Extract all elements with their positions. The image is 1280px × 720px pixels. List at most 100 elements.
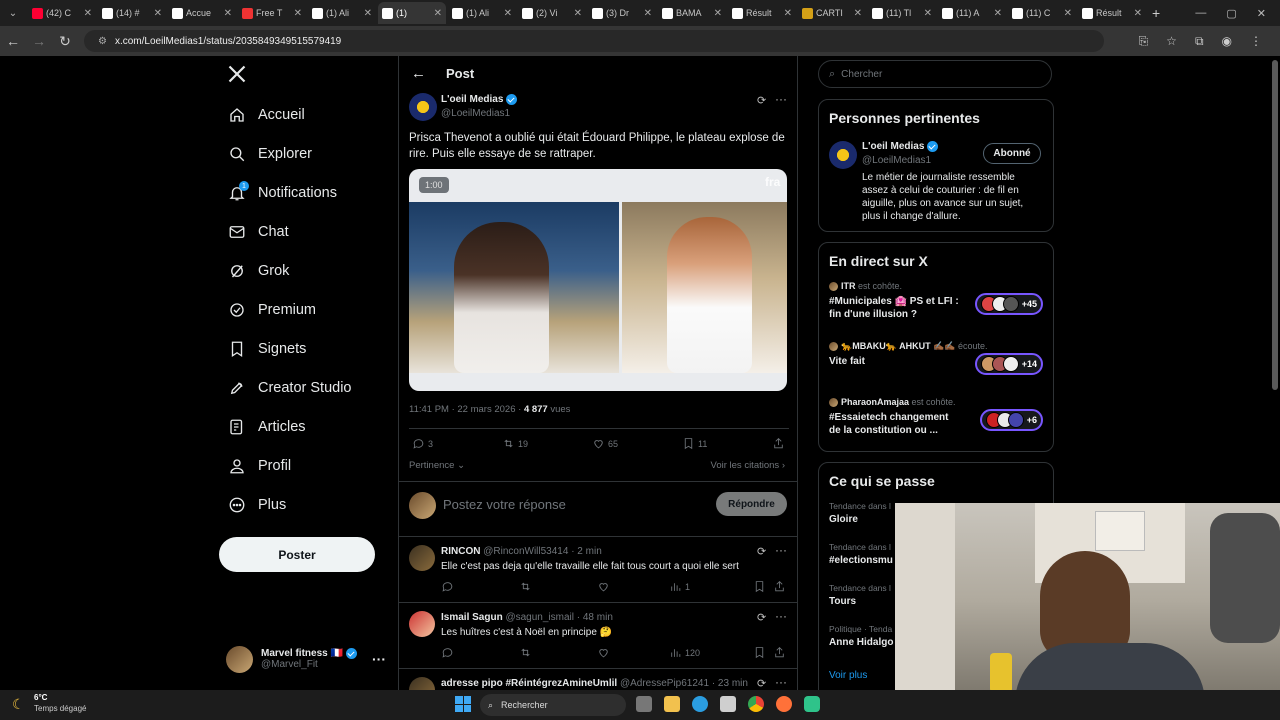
- x-logo-icon[interactable]: [227, 64, 247, 89]
- close-tab-icon[interactable]: ✕: [574, 8, 582, 19]
- close-tab-icon[interactable]: ✕: [84, 8, 92, 19]
- close-tab-icon[interactable]: ✕: [784, 8, 792, 19]
- close-tab-icon[interactable]: ✕: [924, 8, 932, 19]
- relevant-avatar[interactable]: [829, 141, 857, 169]
- bookmark-action[interactable]: [753, 580, 773, 593]
- reply-more-icon[interactable]: ···: [775, 543, 787, 557]
- post-more-icon[interactable]: ···: [775, 92, 787, 106]
- nav-item-notifications[interactable]: Notifications 1: [218, 173, 388, 212]
- reply-button[interactable]: Répondre: [716, 492, 787, 516]
- trend-item[interactable]: Tendance dans l #electionsmu: [829, 542, 893, 566]
- browser-tab[interactable]: Free T ✕: [238, 2, 306, 24]
- url-field[interactable]: ⚙ x.com/LoeilMedias1/status/203584934951…: [84, 30, 1104, 52]
- grok-explain-icon[interactable]: ⟳: [757, 545, 766, 558]
- browser-tab[interactable]: (1) Ali ✕: [448, 2, 516, 24]
- trend-item[interactable]: Tendance dans l Tours: [829, 583, 891, 607]
- search-box[interactable]: ⌕ Chercher: [818, 60, 1052, 88]
- browser-tab[interactable]: (11) Tl ✕: [868, 2, 936, 24]
- post-button[interactable]: Poster: [219, 537, 375, 572]
- reply-item[interactable]: Ismail Sagun @sagun_ismail · 48 min ⟳ ··…: [399, 602, 797, 668]
- app-icon[interactable]: [804, 696, 820, 712]
- account-switcher[interactable]: Marvel fitness 🇫🇷 @Marvel_Fit ···: [226, 643, 386, 675]
- sort-dropdown[interactable]: Pertinence ⌄: [409, 460, 465, 471]
- star-icon[interactable]: ☆: [1166, 34, 1177, 49]
- browser-tab[interactable]: (1) ✕: [378, 2, 446, 24]
- live-space-item[interactable]: ITR est cohôte. #Municipales 🏩 PS et LFI…: [829, 281, 1043, 333]
- listeners-pill[interactable]: +45: [974, 293, 1043, 315]
- views-action[interactable]: 120: [669, 646, 753, 659]
- share-action[interactable]: [773, 646, 789, 659]
- browser-tab[interactable]: (1) Ali ✕: [308, 2, 376, 24]
- nav-item-explorer[interactable]: Explorer: [218, 134, 388, 173]
- reply-author[interactable]: adresse pipo #RéintégrezAmineUmlil: [441, 678, 617, 689]
- maximize-icon[interactable]: ▢: [1226, 7, 1236, 20]
- close-tab-icon[interactable]: ✕: [224, 8, 232, 19]
- close-tab-icon[interactable]: ✕: [364, 8, 372, 19]
- tab-search-icon[interactable]: ⌄: [0, 8, 26, 19]
- menu-icon[interactable]: ⋮: [1250, 34, 1262, 49]
- forward-icon[interactable]: →: [26, 33, 52, 49]
- browser-tab[interactable]: Accue ✕: [168, 2, 236, 24]
- nav-item-profil[interactable]: Profil: [218, 446, 388, 485]
- share-action[interactable]: [773, 580, 789, 593]
- search-input[interactable]: Chercher: [841, 69, 882, 80]
- close-tab-icon[interactable]: ✕: [854, 8, 862, 19]
- reply-author[interactable]: Ismail Sagun: [441, 612, 503, 623]
- close-tab-icon[interactable]: ✕: [504, 8, 512, 19]
- grok-explain-icon[interactable]: ⟳: [757, 611, 766, 624]
- windows-start-icon[interactable]: [455, 696, 471, 712]
- taskbar-search[interactable]: ⌕ Rechercher: [480, 694, 626, 716]
- install-icon[interactable]: ⎘: [1139, 34, 1149, 49]
- repost-action[interactable]: 19: [502, 437, 592, 450]
- extensions-icon[interactable]: ⧉: [1195, 34, 1204, 49]
- browser-tab[interactable]: Résult ✕: [728, 2, 796, 24]
- close-tab-icon[interactable]: ✕: [154, 8, 162, 19]
- browser-tab[interactable]: (2) Vi ✕: [518, 2, 586, 24]
- profile-icon[interactable]: ◉: [1222, 34, 1232, 49]
- listeners-pill[interactable]: +14: [974, 353, 1043, 375]
- listeners-pill[interactable]: +6: [979, 409, 1043, 431]
- trend-item[interactable]: Tendance dans l Gloire: [829, 501, 891, 525]
- close-tab-icon[interactable]: ✕: [294, 8, 302, 19]
- back-arrow-icon[interactable]: ←: [411, 65, 426, 82]
- like-action[interactable]: [597, 646, 669, 659]
- reply-item[interactable]: RINCON @RinconWill53414 · 2 min ⟳ ··· El…: [399, 536, 797, 602]
- reply-more-icon[interactable]: ···: [775, 609, 787, 623]
- bookmark-action[interactable]: 11: [682, 437, 772, 450]
- browser-tab[interactable]: CARTI ✕: [798, 2, 866, 24]
- like-action[interactable]: [597, 580, 669, 593]
- nav-item-chat[interactable]: Chat: [218, 212, 388, 251]
- author-name[interactable]: L'oeil Medias: [441, 94, 503, 105]
- grok-explain-icon[interactable]: ⟳: [757, 677, 766, 690]
- relevant-name[interactable]: L'oeil Medias: [862, 141, 924, 152]
- repost-action[interactable]: [519, 646, 597, 659]
- nav-item-accueil[interactable]: Accueil: [218, 95, 388, 134]
- author-avatar[interactable]: [409, 93, 437, 121]
- close-tab-icon[interactable]: ✕: [434, 8, 442, 19]
- nav-item-grok[interactable]: Grok: [218, 251, 388, 290]
- file-explorer-icon[interactable]: [664, 696, 680, 712]
- close-tab-icon[interactable]: ✕: [1134, 8, 1142, 19]
- nav-item-signets[interactable]: Signets: [218, 329, 388, 368]
- author-handle[interactable]: @LoeilMedias1: [441, 108, 510, 119]
- quotes-link[interactable]: Voir les citations ›: [711, 460, 785, 471]
- reply-avatar[interactable]: [409, 545, 435, 571]
- post-video[interactable]: 1:00 fra: [409, 169, 787, 391]
- follow-button[interactable]: Abonné: [983, 143, 1041, 164]
- trend-item[interactable]: Politique · Tenda Anne Hidalgo: [829, 624, 893, 648]
- show-more-link[interactable]: Voir plus: [829, 670, 867, 681]
- new-tab-button[interactable]: +: [1152, 5, 1160, 21]
- reply-more-icon[interactable]: ···: [775, 675, 787, 689]
- weather-temp[interactable]: 6°C: [34, 693, 47, 702]
- reload-icon[interactable]: ↻: [52, 33, 78, 50]
- reply-author[interactable]: RINCON: [441, 546, 480, 557]
- account-more-icon[interactable]: ···: [372, 651, 386, 667]
- browser-tab[interactable]: (11) A ✕: [938, 2, 1006, 24]
- repost-action[interactable]: [519, 580, 597, 593]
- close-tab-icon[interactable]: ✕: [714, 8, 722, 19]
- post-timestamp[interactable]: 11:41 PM · 22 mars 2026 ·: [409, 404, 524, 415]
- reply-action[interactable]: [441, 646, 519, 659]
- live-space-item[interactable]: PharaonAmajaa est cohôte. #Essaietech ch…: [829, 397, 1043, 449]
- nav-item-articles[interactable]: Articles: [218, 407, 388, 446]
- like-action[interactable]: 65: [592, 437, 682, 450]
